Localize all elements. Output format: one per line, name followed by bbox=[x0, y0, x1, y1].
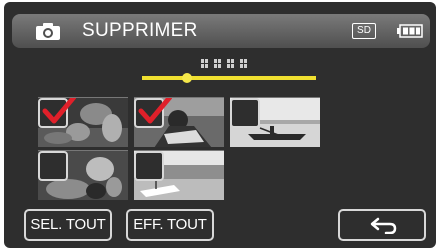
slider-knob[interactable] bbox=[182, 73, 193, 83]
checkmark-icon bbox=[42, 98, 76, 124]
screen-title: SUPPRIMER bbox=[82, 20, 198, 41]
select-checkbox[interactable] bbox=[38, 151, 68, 181]
page-slider[interactable] bbox=[142, 73, 316, 83]
camera-icon bbox=[36, 23, 60, 40]
select-checkbox[interactable] bbox=[134, 151, 164, 181]
thumbnail-1[interactable] bbox=[38, 97, 128, 147]
thumbnail-3[interactable] bbox=[230, 97, 320, 147]
sd-card-icon: SD bbox=[352, 23, 376, 39]
back-arrow-icon bbox=[370, 217, 397, 234]
back-button[interactable] bbox=[338, 209, 426, 241]
header-bar: SUPPRIMER SD bbox=[12, 14, 430, 48]
page-dots-icon bbox=[201, 59, 247, 68]
lcd-screen: SUPPRIMER SD SEL. TOUT EFF. TOUT bbox=[4, 2, 436, 248]
thumbnail-5[interactable] bbox=[134, 150, 224, 200]
clear-all-button[interactable]: EFF. TOUT bbox=[126, 209, 214, 241]
thumbnail-4[interactable] bbox=[38, 150, 128, 200]
select-checkbox[interactable] bbox=[230, 98, 260, 128]
battery-icon bbox=[397, 24, 423, 38]
thumbnail-2[interactable] bbox=[134, 97, 224, 147]
checkmark-icon bbox=[138, 98, 172, 124]
select-all-button[interactable]: SEL. TOUT bbox=[24, 209, 112, 241]
